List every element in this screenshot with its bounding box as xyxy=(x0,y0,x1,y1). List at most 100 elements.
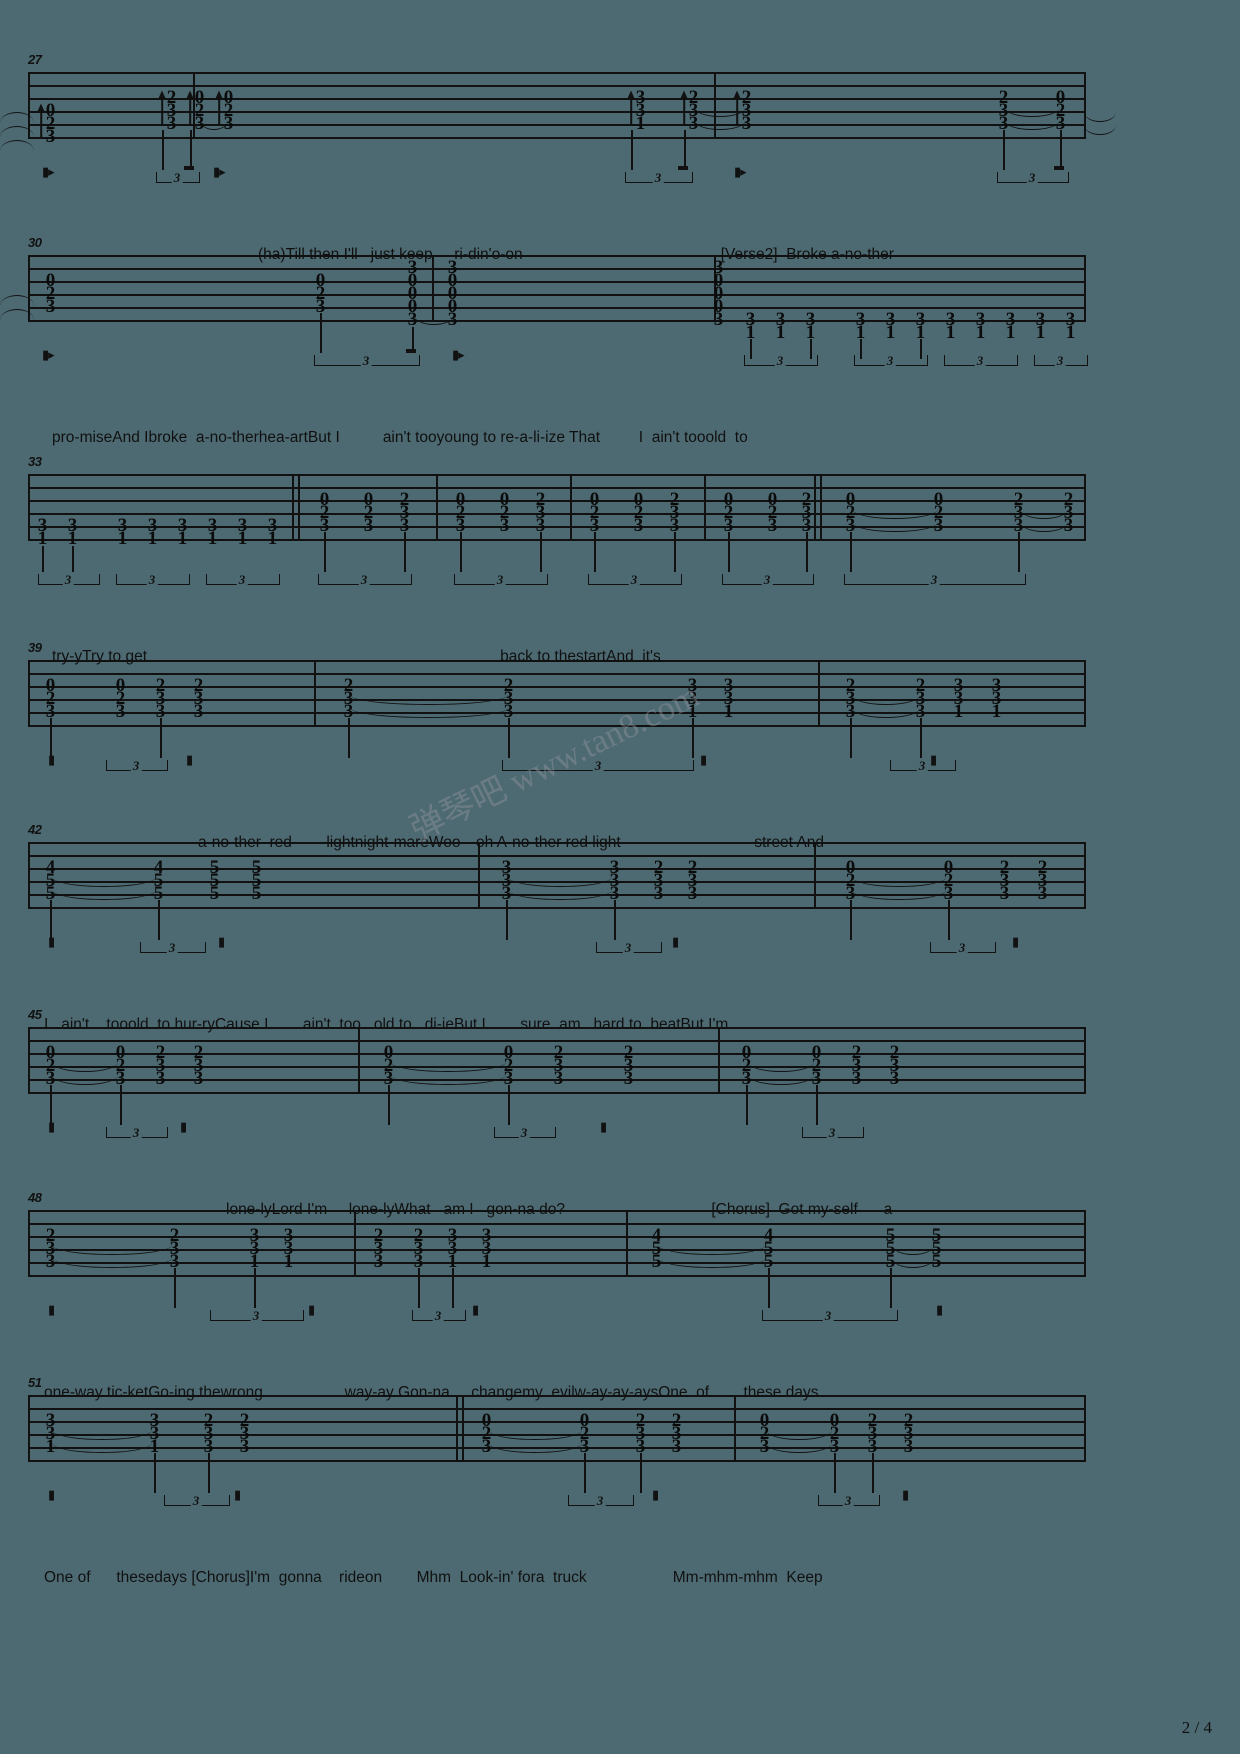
tab-staff: 0 2 3 0 2 3 3 0 0 0 3 3 0 0 0 3 3 0 0 0 … xyxy=(28,255,1088,369)
note-stem xyxy=(162,130,164,170)
fret-number: 1 xyxy=(915,322,925,343)
barline xyxy=(1084,1395,1086,1462)
fret-number: 3 xyxy=(553,1068,563,1089)
barline xyxy=(432,255,434,322)
tuplet-number: 3 xyxy=(62,572,74,588)
fret-number: 3 xyxy=(867,1436,877,1457)
note-stem xyxy=(920,718,922,758)
tie xyxy=(390,1075,506,1085)
tuplet-number: 3 xyxy=(146,572,158,588)
fret-number: 3 xyxy=(653,883,663,904)
barline xyxy=(314,660,316,727)
staff-line xyxy=(28,1092,1086,1094)
fret-number: 1 xyxy=(1005,322,1015,343)
tab-staff: 0 2 3 0 2 3 2 3 3 2 3 3 2 3 3 2 3 3 3 3 … xyxy=(28,660,1086,774)
tuplet-number: 3 xyxy=(774,353,786,369)
note-stem xyxy=(320,313,322,353)
note-stem xyxy=(728,532,730,572)
staff-line xyxy=(28,686,1086,688)
staff-line xyxy=(28,1236,1086,1238)
note-stem xyxy=(872,1453,874,1493)
measure-number: 42 xyxy=(28,822,42,837)
staff-line xyxy=(28,673,1086,675)
staff-line xyxy=(28,907,1086,909)
note-stem xyxy=(850,718,852,758)
tie xyxy=(852,877,946,887)
staff-line xyxy=(28,124,1086,126)
note-stem xyxy=(388,1085,390,1125)
fret-number: 3 xyxy=(903,1436,913,1457)
tie xyxy=(508,877,612,887)
staff-line xyxy=(28,725,1086,727)
rest-mark: ▮ xyxy=(672,934,679,949)
staff-line xyxy=(28,255,1086,257)
tab-staff: 2 3 3 2 3 3 3 3 1 3 3 1 2 3 3 2 3 3 3 3 … xyxy=(28,1210,1086,1324)
note-stem xyxy=(254,1268,256,1308)
staff-line xyxy=(28,294,1086,296)
fret-number: 3 xyxy=(155,1068,165,1089)
tuplet-number: 3 xyxy=(190,1493,202,1509)
rest-mark: ▮ xyxy=(48,752,55,767)
strum-stem xyxy=(189,97,191,125)
fret-number: 3 xyxy=(455,515,465,536)
fret-number: 3 xyxy=(155,701,165,722)
rest-mark: ▮ xyxy=(1012,934,1019,949)
tuplet-number: 3 xyxy=(171,170,183,186)
tie xyxy=(852,708,920,718)
barline xyxy=(1084,474,1086,541)
rest-mark: ▮▸ xyxy=(42,164,55,179)
rest-mark: ▮▸ xyxy=(42,347,55,362)
fret-number: 1 xyxy=(37,528,47,549)
note-stem xyxy=(594,532,596,572)
note-stem xyxy=(120,1085,122,1125)
barline xyxy=(820,474,822,541)
tuplet-number: 3 xyxy=(432,1308,444,1324)
rest-mark: ▮▸ xyxy=(734,164,747,179)
staff-line xyxy=(28,868,1086,870)
fret-number: 3 xyxy=(45,296,55,317)
fret-number: 3 xyxy=(687,883,697,904)
rest-mark: ▮ xyxy=(48,1119,55,1134)
tuplet-number: 3 xyxy=(842,1493,854,1509)
fret-number: 3 xyxy=(999,883,1009,904)
note-stem xyxy=(806,532,808,572)
note-stem xyxy=(674,532,676,572)
note-stem xyxy=(174,1268,176,1308)
measure-number: 30 xyxy=(28,235,42,250)
tuplet-number: 3 xyxy=(761,572,773,588)
rest-mark: ▮ xyxy=(472,1302,479,1317)
tie xyxy=(658,1258,766,1268)
fret-number: 1 xyxy=(207,528,217,549)
fret-number: 1 xyxy=(283,1251,293,1272)
staff-line xyxy=(28,320,1086,322)
staff-line xyxy=(28,842,1086,844)
staff-line xyxy=(28,1408,1086,1410)
staff-line xyxy=(28,1395,1086,1397)
fret-number: 3 xyxy=(723,515,733,536)
lead-in-tie xyxy=(0,140,34,151)
note-stem xyxy=(850,900,852,940)
note-stem xyxy=(640,1453,642,1493)
fret-number: 3 xyxy=(166,113,176,134)
fret-number: 1 xyxy=(1035,322,1045,343)
fret-number: 1 xyxy=(975,322,985,343)
fret-number: 3 xyxy=(669,515,679,536)
tuplet-number: 3 xyxy=(628,572,640,588)
staff-line xyxy=(28,85,1086,87)
fret-number: 1 xyxy=(67,528,77,549)
fret-number: 3 xyxy=(767,515,777,536)
fret-number: 1 xyxy=(177,528,187,549)
tuplet-number: 3 xyxy=(622,940,634,956)
tuplet-number: 3 xyxy=(130,758,142,774)
tie xyxy=(748,1075,814,1085)
fret-number: 1 xyxy=(481,1251,491,1272)
tuplet-number: 3 xyxy=(594,1493,606,1509)
rest-mark: ▮ xyxy=(600,1119,607,1134)
note-stem xyxy=(746,1085,748,1125)
fret-number: 1 xyxy=(117,528,127,549)
measure-number: 45 xyxy=(28,1007,42,1022)
tie xyxy=(52,1258,172,1268)
tie xyxy=(508,890,612,900)
staff-line xyxy=(28,855,1086,857)
note-stem xyxy=(1060,130,1062,170)
